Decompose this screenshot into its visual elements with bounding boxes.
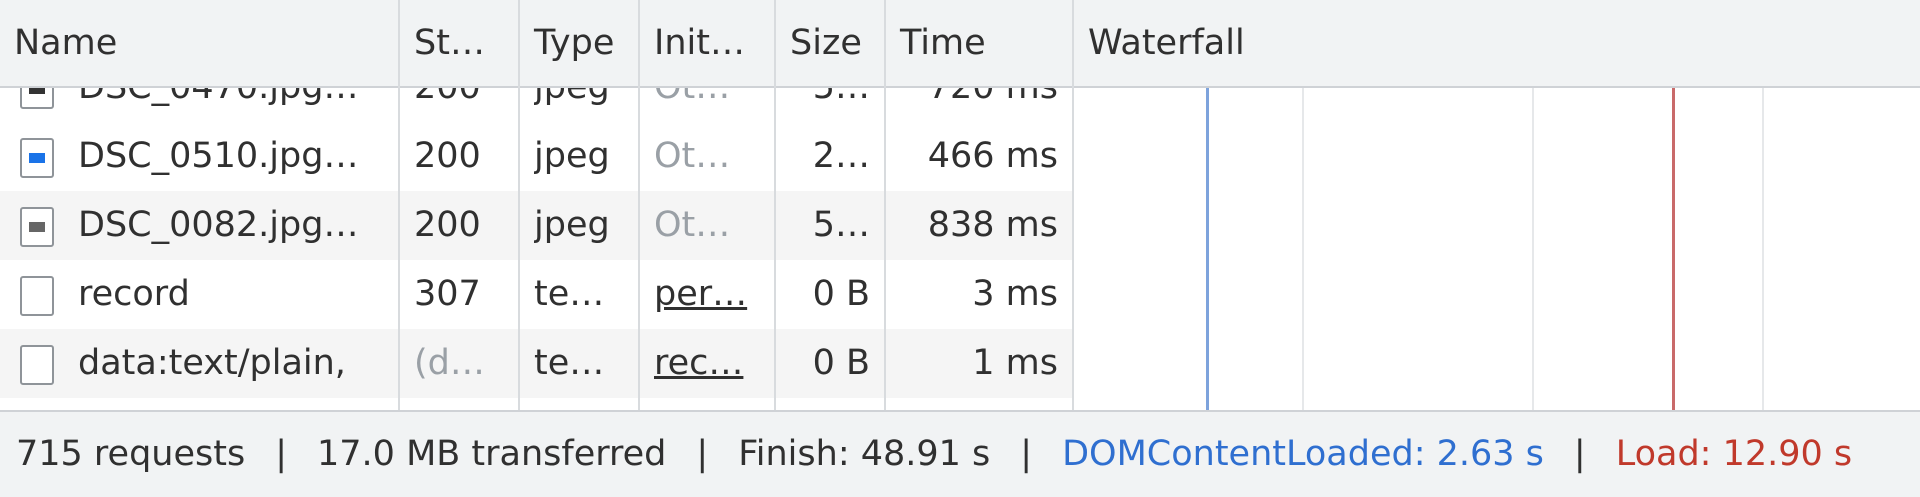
finish-time: Finish: 48.91 s <box>738 434 991 474</box>
request-status: (d… <box>414 343 485 383</box>
table-header: Name St… Type Init… Size Time Waterfall <box>0 0 1920 88</box>
request-type: jpeg <box>534 205 610 245</box>
status-separator: | <box>696 434 709 474</box>
request-initiator: Ot… <box>654 88 772 122</box>
request-time: 3 ms <box>972 274 1058 314</box>
column-header-type[interactable]: Type <box>520 0 638 86</box>
request-name: DSC_0470.jpg… <box>78 88 396 122</box>
waterfall-gridline <box>1302 88 1304 410</box>
request-initiator: Ot… <box>654 205 731 245</box>
column-header-initiator[interactable]: Init… <box>640 0 774 86</box>
request-size: 0 B <box>812 274 870 314</box>
request-time: 466 ms <box>927 136 1058 176</box>
waterfall-area <box>1074 88 1920 410</box>
image-file-icon <box>20 88 54 109</box>
request-name: data:text/plain, <box>78 343 346 383</box>
column-resize-handle[interactable] <box>884 0 886 410</box>
table-row[interactable]: DSC_0082.jpg… 200 jpeg Ot… 5… 838 ms <box>0 191 1072 260</box>
request-status: 200 <box>414 205 481 245</box>
column-header-time[interactable]: Time <box>886 0 1072 86</box>
table-row[interactable]: DSC_0510.jpg… 200 jpeg Ot… 2… 466 ms <box>0 122 1072 191</box>
load-event-marker <box>1672 88 1675 410</box>
image-file-icon <box>20 207 54 247</box>
dom-content-loaded-time: DOMContentLoaded: 2.63 s <box>1062 434 1544 474</box>
column-header-status[interactable]: St… <box>400 0 518 86</box>
request-initiator: Ot… <box>654 136 731 176</box>
request-name: record <box>78 274 190 314</box>
table-row[interactable]: data:text/plain, (d… te… rec… 0 B 1 ms <box>0 329 1072 398</box>
status-bar: 715 requests | 17.0 MB transferred | Finish:… <box>0 410 1920 497</box>
request-size: 5… <box>812 205 870 245</box>
request-time: 1 ms <box>972 343 1058 383</box>
status-separator: | <box>275 434 288 474</box>
request-time: 720 ms <box>886 88 1058 122</box>
transferred-size: 17.0 MB transferred <box>317 434 667 474</box>
column-resize-handle[interactable] <box>398 0 400 410</box>
load-time: Load: 12.90 s <box>1615 434 1853 474</box>
column-resize-handle[interactable] <box>638 0 640 410</box>
table-row[interactable]: record 307 te… per… 0 B 3 ms <box>0 260 1072 329</box>
column-header-waterfall[interactable]: Waterfall <box>1074 0 1920 86</box>
request-status: 200 <box>414 88 514 122</box>
request-name: DSC_0082.jpg… <box>78 205 359 245</box>
request-count: 715 requests <box>16 434 246 474</box>
request-size: 5… <box>776 88 870 122</box>
status-separator: | <box>1573 434 1586 474</box>
document-icon <box>20 345 54 385</box>
request-type: te… <box>534 343 605 383</box>
request-type: jpeg <box>534 136 610 176</box>
request-initiator-link[interactable]: per… <box>654 260 772 329</box>
waterfall-gridline <box>1762 88 1764 410</box>
column-resize-handle[interactable] <box>774 0 776 410</box>
request-status: 200 <box>414 136 481 176</box>
network-panel: Name St… Type Init… Size Time Waterfall … <box>0 0 1920 497</box>
column-header-name[interactable]: Name <box>0 0 398 86</box>
waterfall-gridline <box>1532 88 1534 410</box>
document-icon <box>20 276 54 316</box>
status-separator: | <box>1020 434 1033 474</box>
dom-content-loaded-marker <box>1206 88 1209 410</box>
request-size: 0 B <box>812 343 870 383</box>
image-file-icon <box>20 138 54 178</box>
request-time: 838 ms <box>927 205 1058 245</box>
request-status: 307 <box>414 274 481 314</box>
table-row[interactable]: DSC_0470.jpg… 200 jpeg Ot… 5… 720 ms <box>0 88 1072 122</box>
request-type: te… <box>534 274 605 314</box>
column-resize-handle[interactable] <box>518 0 520 410</box>
request-name: DSC_0510.jpg… <box>78 136 359 176</box>
request-size: 2… <box>812 136 870 176</box>
request-type: jpeg <box>534 88 634 122</box>
request-initiator-link[interactable]: rec… <box>654 329 772 398</box>
column-header-size[interactable]: Size <box>776 0 884 86</box>
request-table-body: DSC_0470.jpg… 200 jpeg Ot… 5… 720 ms DSC… <box>0 88 1072 410</box>
